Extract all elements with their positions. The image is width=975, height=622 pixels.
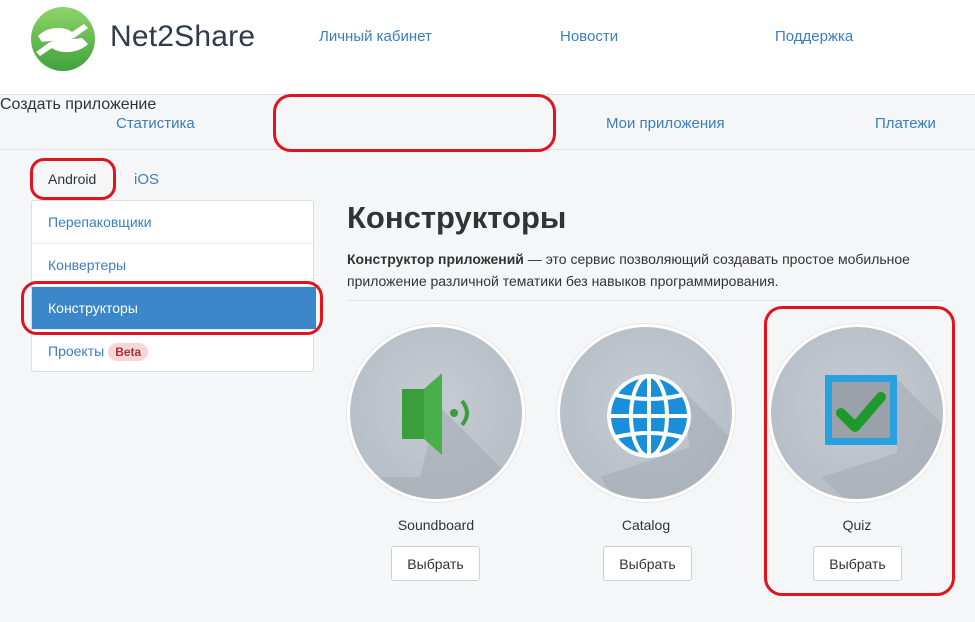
platform-tab-ios[interactable]: iOS: [134, 171, 159, 188]
sidebar: Перепаковщики Конвертеры Конструкторы Пр…: [31, 200, 316, 373]
sidebar-item-constructors[interactable]: Конструкторы: [32, 287, 316, 330]
sidebar-item-label: Конструкторы: [48, 300, 138, 316]
quiz-card-image[interactable]: [768, 324, 946, 502]
page-description: Конструктор приложений — это сервис позв…: [347, 248, 957, 292]
net2share-logo-icon[interactable]: [28, 6, 98, 72]
sidebar-item-converters[interactable]: Конвертеры: [32, 244, 313, 287]
tab-create-app[interactable]: Создать приложение: [0, 96, 975, 150]
nav-support[interactable]: Поддержка: [775, 28, 853, 45]
catalog-card-title: Catalog: [621, 517, 671, 533]
quiz-select-button[interactable]: Выбрать: [813, 546, 902, 581]
nav-personal-account[interactable]: Личный кабинет: [319, 28, 432, 45]
checkbox-icon: [821, 375, 943, 499]
brand-name[interactable]: Net2Share: [110, 20, 255, 54]
header: Net2Share Личный кабинет Новости Поддерж…: [0, 0, 975, 95]
sidebar-item-projects[interactable]: Проекты Beta: [32, 330, 313, 373]
beta-badge: Beta: [108, 343, 149, 361]
sidebar-item-label: Проекты: [48, 343, 105, 359]
sidebar-item-label: Перепаковщики: [48, 214, 152, 230]
soundboard-card-image[interactable]: [347, 324, 525, 502]
platform-tab-android[interactable]: Android: [48, 171, 96, 187]
quiz-card-title: Quiz: [842, 517, 872, 533]
globe-icon: [600, 374, 732, 499]
sidebar-item-label: Конвертеры: [48, 257, 127, 273]
soundboard-select-button[interactable]: Выбрать: [391, 546, 480, 581]
speaker-icon: [350, 373, 522, 499]
divider: [347, 300, 944, 301]
catalog-select-button[interactable]: Выбрать: [603, 546, 692, 581]
sidebar-item-repackers[interactable]: Перепаковщики: [32, 201, 313, 244]
soundboard-card-title: Soundboard: [397, 517, 475, 533]
page-title: Конструкторы: [347, 200, 567, 235]
nav-news[interactable]: Новости: [560, 28, 618, 45]
catalog-card-image[interactable]: [557, 324, 735, 502]
description-bold: Конструктор приложений: [347, 251, 524, 267]
